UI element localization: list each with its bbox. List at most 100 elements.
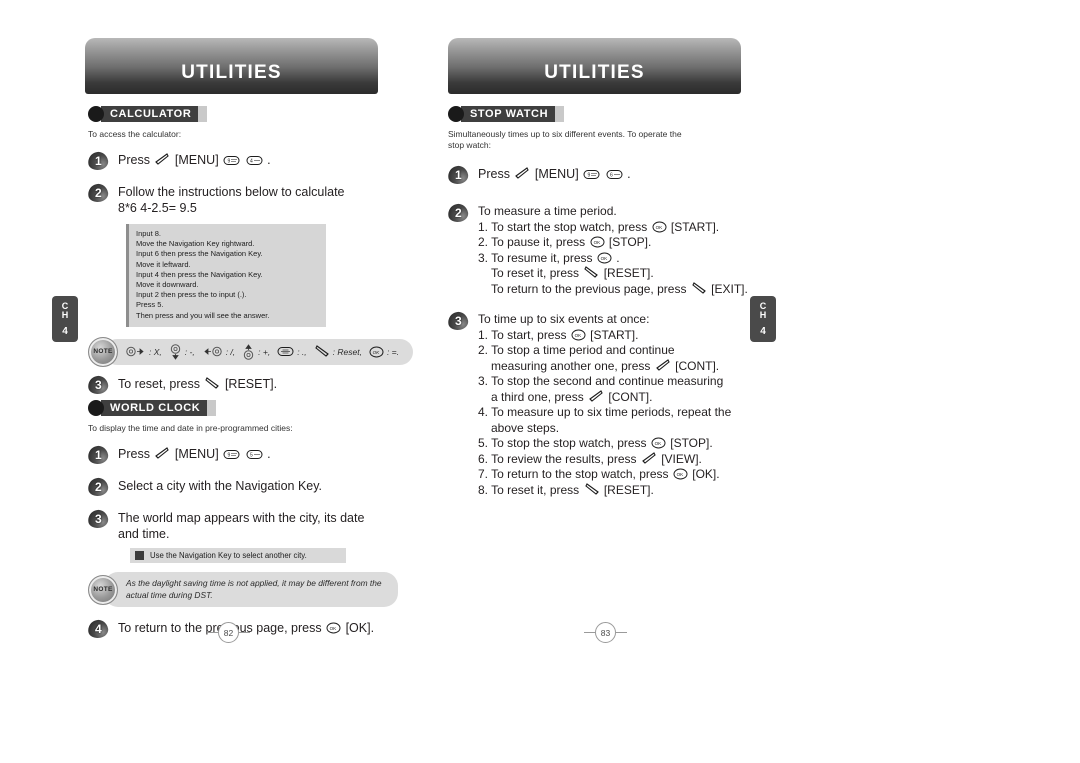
page-wing-left (584, 632, 595, 633)
ok-key-icon: OK (673, 468, 688, 480)
world-clock-lead-text: To display the time and date in pre-prog… (88, 423, 293, 433)
svg-text:OK: OK (654, 441, 662, 446)
stop-watch-step-2-body: To measure a time period. 1. To start th… (478, 203, 748, 297)
line-suffix: [VIEW]. (661, 451, 702, 466)
badge-tail (207, 400, 217, 416)
calculator-step-3: 3 To reset, press [RESET]. (86, 374, 388, 396)
stop-watch-step-3-line-3: measuring another one, press [CONT]. (478, 359, 731, 375)
star-key-icon (277, 346, 294, 357)
line-prefix: above steps. (491, 420, 560, 435)
section-badge-stop-watch: STOP WATCH (448, 106, 758, 122)
page-wing-right (239, 632, 250, 633)
badge-dot-icon (88, 400, 104, 416)
svg-text:OK: OK (676, 472, 684, 477)
stop-watch-step-3: 3 To time up to six events at once: 1. T… (446, 310, 758, 498)
step-text-before: To reset, press (118, 376, 200, 391)
legend-label: : /, (225, 346, 236, 357)
stop-watch-step-3-line-6: 4. To measure up to six time periods, re… (478, 405, 731, 421)
step-number: 2 (95, 186, 102, 200)
badge-tail (555, 106, 565, 122)
step-text-before: Press (118, 447, 150, 461)
nav-down-icon (169, 344, 182, 360)
page-wing-right (616, 632, 627, 633)
chapter-tab-h: H (759, 310, 767, 320)
legend-item-multiply: : X, (124, 346, 162, 357)
calculator-step-2-text: Follow the instructions below to calcula… (118, 183, 345, 216)
svg-text:OK: OK (593, 240, 601, 245)
softkey-left-icon (655, 358, 671, 372)
codebox-line-ok: Then press and you will see the answer. (136, 311, 320, 321)
line-prefix: measuring another one, press (491, 358, 651, 373)
softkey-left-icon (588, 389, 604, 403)
line-suffix: [START]. (670, 219, 720, 234)
softkey-left-icon (514, 167, 530, 180)
svg-text:6: 6 (610, 173, 613, 179)
page-number-left: 82 (207, 622, 250, 643)
softkey-left-icon (154, 153, 170, 166)
step-number: 3 (95, 512, 102, 526)
section-badge-calculator: CALCULATOR (88, 106, 388, 122)
stop-watch-step-3-line-5: a third one, press [CONT]. (478, 390, 731, 406)
svg-text:9: 9 (588, 173, 591, 179)
line-prefix: 5. To stop the stop watch, press (478, 436, 647, 450)
step-number: 3 (455, 314, 462, 328)
step-marker-icon: 2 (86, 476, 112, 498)
codebox-line-text: Input 2 then press the to input (.). (136, 290, 247, 300)
svg-text:OK: OK (574, 333, 582, 338)
step-marker-icon: 3 (446, 310, 472, 332)
line-prefix: a third one, press (491, 389, 584, 404)
chapter-tab-left: C H 4 (52, 296, 78, 342)
svg-text:5: 5 (250, 453, 253, 459)
line-prefix: To reset it, press (491, 266, 580, 280)
line-suffix: [OK]. (692, 467, 720, 481)
section-badge-world-clock: WORLD CLOCK (88, 400, 398, 416)
chapter-tab-h: H (61, 310, 69, 320)
stop-watch-step-2: 2 To measure a time period. 1. To start … (446, 202, 758, 297)
stop-watch-lead-text: Simultaneously times up to six different… (448, 129, 682, 150)
line-suffix: [EXIT]. (711, 281, 748, 296)
legend-label: : -, (184, 346, 195, 357)
legend-item-plus: : +, (241, 344, 270, 360)
world-clock-step-3: 3 The world map appears with the city, i… (86, 508, 398, 542)
chapter-tab-number: 4 (760, 325, 766, 337)
calculator-legend-note: NOTE : X, : -, : /, : +,: .,: Reset, O… (88, 336, 414, 367)
svg-text:4: 4 (250, 159, 253, 165)
line-suffix: . (616, 250, 620, 265)
softkey-right-icon (584, 482, 600, 496)
step-marker-icon: 2 (86, 182, 112, 204)
stop-watch-step-2-title: To measure a time period. (478, 204, 617, 218)
svg-text:OK: OK (600, 256, 608, 261)
menu-label: [MENU] (174, 447, 219, 461)
calculator-formula: 8*6 4-2.5= 9.5 (118, 201, 197, 215)
legend-label: : +, (258, 346, 271, 357)
legend-item-dot: : ., (276, 346, 307, 357)
ok-key-icon: OK (590, 236, 605, 248)
6-key-icon: 6 (606, 169, 623, 180)
codebox-line: Input 6 then press the Navigation Key. (136, 249, 263, 259)
world-clock-note: NOTE As the daylight saving time is not … (88, 572, 398, 607)
stop-watch-step-3-line-2: 2. To stop a time period and continue (478, 343, 731, 359)
calculator-legend-list: : X, : -, : /, : +, : .,: Reset, OK: =… (104, 338, 414, 365)
line-prefix: 1. To start, press (478, 327, 567, 342)
world-clock-step-3-line1: The world map appears with the city, its… (118, 511, 365, 525)
line-prefix: 3. To resume it, press (478, 250, 593, 265)
codebox-line: Input 8. (136, 229, 162, 238)
stop-watch-step-3-body: To time up to six events at once: 1. To … (478, 311, 731, 498)
chapter-tab-number: 4 (62, 325, 68, 337)
calculator-step-2-line1: Follow the instructions below to calcula… (118, 185, 345, 199)
softkey-right-icon (583, 266, 599, 279)
section-badge-label: STOP WATCH (461, 106, 556, 122)
svg-text:9: 9 (228, 453, 231, 459)
9-key-icon: 9 (223, 155, 240, 166)
stop-watch-step-3-line-10: 7. To return to the stop watch, press OK… (478, 467, 731, 483)
5-key-icon: 5 (246, 449, 263, 460)
badge-dot-icon (88, 106, 104, 122)
stop-watch-step-2-line-5: To return to the previous page, press [E… (478, 282, 748, 298)
page-header-banner-left: UTILITIES (85, 38, 378, 94)
codebox-line: Move it leftward. (136, 259, 191, 269)
4-key-icon: 4 (246, 155, 263, 166)
calculator-lead-text: To access the calculator: (88, 129, 182, 139)
line-prefix: 1. To start the stop watch, press (478, 219, 648, 234)
line-suffix: [START]. (590, 327, 639, 342)
stop-watch-step-1: 1 Press [MENU] 9 6 . (446, 164, 758, 186)
